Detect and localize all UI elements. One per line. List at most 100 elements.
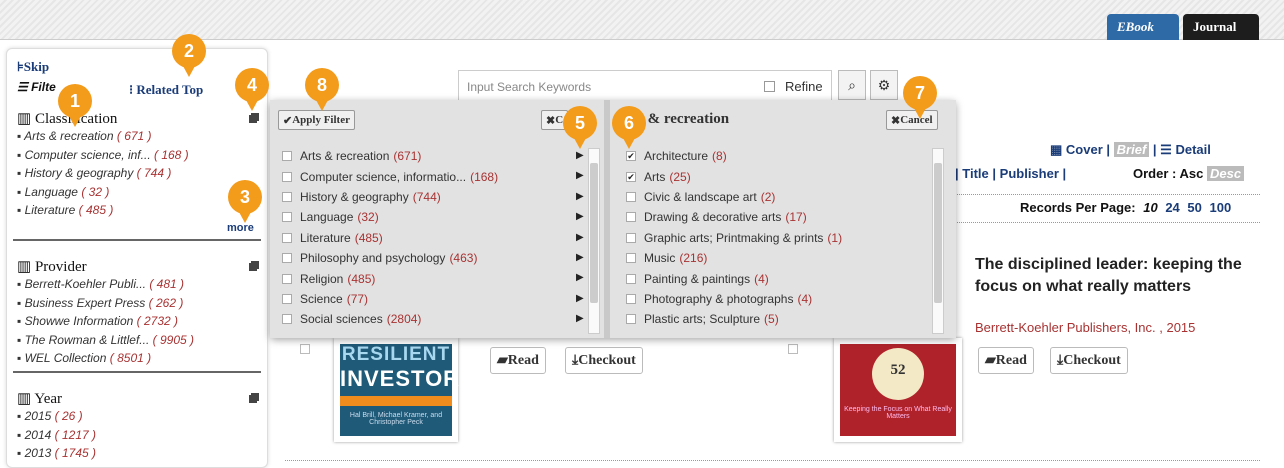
category-item[interactable]: Science (77): [282, 289, 498, 309]
category-checkbox[interactable]: [282, 253, 292, 264]
cover-subtitle: Keeping the Focus on What Really Matters: [844, 406, 952, 420]
subcategory-item[interactable]: Plastic arts; Sculpture (5): [626, 309, 842, 329]
sort-publisher-link[interactable]: Publisher: [1000, 166, 1059, 181]
settings-button[interactable]: ⚙: [870, 70, 898, 100]
category-item[interactable]: Arts & recreation (671): [282, 146, 498, 166]
facet-item[interactable]: ▪ 2014 ( 1217 ): [17, 426, 96, 445]
category-checkbox[interactable]: [282, 191, 292, 202]
detail-view-link[interactable]: ☰ Detail: [1160, 142, 1211, 157]
subcategory-checkbox[interactable]: [626, 293, 636, 304]
category-item[interactable]: Religion (485): [282, 268, 498, 288]
collapse-icon[interactable]: [251, 393, 259, 401]
callout-badge: 5: [563, 106, 597, 149]
checked-checkbox[interactable]: ✔: [626, 151, 636, 162]
category-checkbox[interactable]: [282, 212, 292, 223]
subcategory-item[interactable]: Civic & landscape art (2): [626, 187, 842, 207]
expand-arrow-icon[interactable]: ▶: [576, 211, 584, 222]
subcategory-checkbox[interactable]: [626, 232, 636, 243]
search-button[interactable]: ⌕: [838, 70, 866, 100]
filter-toggle[interactable]: ☰ Filte: [17, 80, 56, 94]
skip-link[interactable]: ⊧Skip: [17, 59, 49, 75]
facet-item[interactable]: ▪ Showwe Information ( 2732 ): [17, 312, 194, 331]
collapse-icon[interactable]: [251, 261, 259, 269]
subcategory-item[interactable]: Graphic arts; Printmaking & prints (1): [626, 228, 842, 248]
expand-arrow-icon[interactable]: ▶: [576, 252, 584, 263]
facet-item[interactable]: ▪ History & geography ( 744 ): [17, 164, 189, 183]
facet-title-provider[interactable]: ▥ Provider: [17, 257, 87, 276]
cover-view-link[interactable]: ▦ Cover: [1050, 142, 1103, 157]
refine-checkbox[interactable]: [764, 81, 775, 92]
result-checkbox[interactable]: [300, 344, 310, 354]
subcategory-checkbox[interactable]: [626, 191, 636, 202]
facet-title-year[interactable]: ▥ Year: [17, 389, 62, 408]
subcategory-item[interactable]: Music (216): [626, 248, 842, 268]
list-icon: ☰: [17, 80, 32, 94]
facet-item[interactable]: ▪ Berrett-Koehler Publi... ( 481 ): [17, 275, 194, 294]
facet-item[interactable]: ▪ Computer science, inf... ( 168 ): [17, 146, 189, 165]
more-link[interactable]: more: [227, 222, 254, 234]
checked-checkbox[interactable]: ✔: [626, 171, 636, 182]
category-item[interactable]: History & geography (744): [282, 187, 498, 207]
category-checkbox[interactable]: [282, 314, 292, 325]
facet-item[interactable]: ▪ Arts & recreation ( 671 ): [17, 127, 189, 146]
category-checkbox[interactable]: [282, 151, 292, 162]
search-input[interactable]: Input Search Keywords: [467, 80, 591, 94]
expand-arrow-icon[interactable]: ▶: [576, 150, 584, 161]
facet-item[interactable]: ▪ The Rowman & Littlef... ( 9905 ): [17, 331, 194, 350]
facet-item[interactable]: ▪ WEL Collection ( 8501 ): [17, 349, 194, 368]
read-button[interactable]: ▰ Read: [978, 347, 1034, 374]
records-option[interactable]: 24: [1165, 200, 1179, 215]
expand-arrow-icon[interactable]: ▶: [576, 232, 584, 243]
category-item[interactable]: Philosophy and psychology (463): [282, 248, 498, 268]
records-option[interactable]: 100: [1210, 200, 1232, 215]
scrollbar[interactable]: [588, 148, 600, 334]
sort-title-link[interactable]: Title: [962, 166, 989, 181]
subcategory-item[interactable]: ✔ Architecture (8): [626, 146, 842, 166]
category-checkbox[interactable]: [282, 171, 292, 182]
facet-item[interactable]: ▪ Language ( 32 ): [17, 183, 189, 202]
expand-arrow-icon[interactable]: ▶: [576, 170, 584, 181]
result-title[interactable]: The disciplined leader: keeping the focu…: [975, 254, 1245, 298]
checkout-button[interactable]: ⤓ Checkout: [1050, 347, 1128, 374]
order-desc[interactable]: Desc: [1206, 166, 1245, 181]
category-item[interactable]: Social sciences (2804): [282, 309, 498, 329]
subcategory-checkbox[interactable]: [626, 212, 636, 223]
category-checkbox[interactable]: [282, 232, 292, 243]
tab-ebook[interactable]: EBook: [1107, 14, 1179, 40]
subcategory-item[interactable]: ✔ Arts (25): [626, 166, 842, 186]
expand-arrow-icon[interactable]: ▶: [576, 293, 584, 304]
apply-filter-button[interactable]: ✔ Apply Filter: [278, 110, 355, 130]
read-button[interactable]: ▰ Read: [490, 347, 546, 374]
expand-arrow-icon[interactable]: ▶: [576, 191, 584, 202]
brief-view-link[interactable]: Brief: [1113, 142, 1150, 157]
related-topics-link[interactable]: ⁝ Related Top: [129, 82, 203, 98]
tab-journal[interactable]: Journal: [1183, 14, 1259, 40]
facet-item[interactable]: ▪ 2015 ( 26 ): [17, 407, 96, 426]
facet-item[interactable]: ▪ Literature ( 485 ): [17, 201, 189, 220]
checkout-button[interactable]: ⤓ Checkout: [565, 347, 643, 374]
category-checkbox[interactable]: [282, 273, 292, 284]
subcategory-item[interactable]: Painting & paintings (4): [626, 268, 842, 288]
subcategory-item[interactable]: Photography & photographs (4): [626, 289, 842, 309]
facet-item[interactable]: ▪ Business Expert Press ( 262 ): [17, 294, 194, 313]
bar-chart-icon: ▥: [17, 111, 35, 127]
subcategory-checkbox[interactable]: [626, 273, 636, 284]
expand-arrow-icon[interactable]: ▶: [576, 313, 584, 324]
expand-arrow-icon[interactable]: ▶: [576, 272, 584, 283]
subcategory-item[interactable]: Drawing & decorative arts (17): [626, 207, 842, 227]
collapse-icon[interactable]: [251, 113, 259, 121]
scrollbar[interactable]: [932, 148, 944, 334]
records-option[interactable]: 50: [1187, 200, 1201, 215]
subcategory-checkbox[interactable]: [626, 314, 636, 325]
category-checkbox[interactable]: [282, 293, 292, 304]
facet-item[interactable]: ▪ 2013 ( 1745 ): [17, 444, 96, 463]
result-checkbox[interactable]: [788, 344, 798, 354]
order-asc[interactable]: Asc: [1179, 166, 1203, 181]
book-cover[interactable]: 52 Keeping the Focus on What Really Matt…: [834, 338, 962, 442]
category-item[interactable]: Literature (485): [282, 228, 498, 248]
book-cover[interactable]: RESILIENT INVESTOR Hal Brill, Michael Kr…: [334, 338, 459, 442]
category-item[interactable]: Computer science, informatio... (168): [282, 166, 498, 186]
category-item[interactable]: Language (32): [282, 207, 498, 227]
subcategory-checkbox[interactable]: [626, 253, 636, 264]
cancel-button[interactable]: ✖ Cancel: [886, 110, 938, 130]
